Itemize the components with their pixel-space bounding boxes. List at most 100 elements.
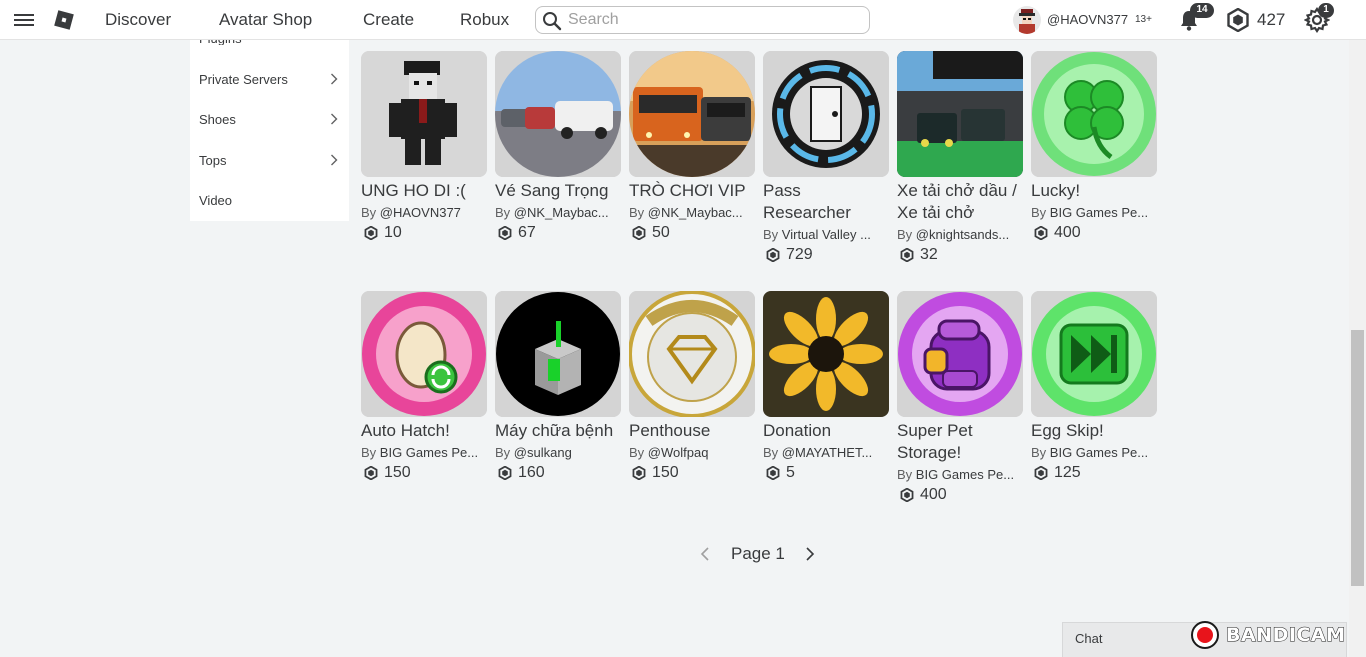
item-thumbnail[interactable] xyxy=(361,291,487,417)
scrollbar-thumb[interactable] xyxy=(1351,330,1364,586)
menu-icon[interactable] xyxy=(14,11,36,29)
pagination: Page 1 xyxy=(697,543,827,567)
chevron-right-icon xyxy=(331,113,338,125)
creator-prefix: By xyxy=(1031,205,1047,220)
item-price: 50 xyxy=(629,224,755,242)
clover-image xyxy=(1031,51,1157,177)
item-thumbnail[interactable] xyxy=(495,51,621,177)
creator-link[interactable]: BIG Games Pe... xyxy=(916,467,1014,482)
creator-prefix: By xyxy=(361,445,377,460)
item-name[interactable]: UNG HO DI :( xyxy=(361,180,487,202)
robux-icon[interactable] xyxy=(1226,8,1250,32)
avatar[interactable] xyxy=(1013,6,1041,34)
username-link[interactable]: @HAOVN377 xyxy=(1047,12,1128,27)
item-card[interactable]: Vé Sang Trọng By @NK_Maybac... 67 xyxy=(495,51,621,242)
item-thumbnail[interactable] xyxy=(1031,51,1157,177)
robux-icon xyxy=(900,248,914,262)
robux-balance[interactable]: 427 xyxy=(1257,10,1285,30)
search-icon[interactable] xyxy=(542,11,562,31)
creator-link[interactable]: @MAYATHET... xyxy=(782,445,872,460)
item-name[interactable]: Super Pet Storage! xyxy=(897,420,1023,464)
nav-robux[interactable]: Robux xyxy=(460,10,509,30)
creator-link[interactable]: @sulkang xyxy=(514,445,572,460)
item-name[interactable]: Egg Skip! xyxy=(1031,420,1157,442)
robux-icon xyxy=(1034,466,1048,480)
trucks-image xyxy=(897,51,1023,177)
item-card[interactable]: Super Pet Storage! By BIG Games Pe... 40… xyxy=(897,291,1023,504)
nav-create[interactable]: Create xyxy=(363,10,414,30)
price-value: 5 xyxy=(786,464,795,481)
item-thumbnail[interactable] xyxy=(495,291,621,417)
robux-icon xyxy=(498,226,512,240)
creator-prefix: By xyxy=(629,205,645,220)
item-thumbnail[interactable] xyxy=(629,51,755,177)
nav-avatar-shop[interactable]: Avatar Shop xyxy=(219,10,312,30)
price-value: 67 xyxy=(518,224,536,241)
item-card[interactable]: Auto Hatch! By BIG Games Pe... 150 xyxy=(361,291,487,482)
sidebar-item-private-servers[interactable]: Private Servers xyxy=(199,72,344,87)
creator-link[interactable]: @knightsands... xyxy=(916,227,1009,242)
creator-link[interactable]: @NK_Maybac... xyxy=(648,205,743,220)
robux-icon xyxy=(766,248,780,262)
item-thumbnail[interactable] xyxy=(897,291,1023,417)
sidebar-item-label: Tops xyxy=(199,153,227,168)
item-name[interactable]: Donation xyxy=(763,420,889,442)
chevron-right-icon[interactable] xyxy=(805,547,815,561)
search-input[interactable] xyxy=(568,10,858,30)
sidebar-item-shoes[interactable]: Shoes xyxy=(199,112,344,127)
price-value: 160 xyxy=(518,464,545,481)
item-card[interactable]: Donation By @MAYATHET... 5 xyxy=(763,291,889,482)
price-value: 400 xyxy=(920,486,947,503)
item-name[interactable]: Penthouse xyxy=(629,420,755,442)
creator-link[interactable]: @NK_Maybac... xyxy=(514,205,609,220)
sidebar-item-tops[interactable]: Tops xyxy=(199,153,344,168)
item-card[interactable]: TRÒ CHƠI VIP By @NK_Maybac... 50 xyxy=(629,51,755,242)
item-thumbnail[interactable] xyxy=(1031,291,1157,417)
item-creator: By BIG Games Pe... xyxy=(1031,445,1153,460)
item-name[interactable]: Pass Researcher xyxy=(763,180,889,224)
item-card[interactable]: Egg Skip! By BIG Games Pe... 125 xyxy=(1031,291,1157,482)
item-card[interactable]: UNG HO DI :( By @HAOVN377 10 xyxy=(361,51,487,242)
creator-link[interactable]: BIG Games Pe... xyxy=(1050,445,1148,460)
item-card[interactable]: Lucky! By BIG Games Pe... 400 xyxy=(1031,51,1157,242)
item-thumbnail[interactable] xyxy=(897,51,1023,177)
penthouse-diamond-image xyxy=(629,291,755,417)
creator-link[interactable]: @HAOVN377 xyxy=(380,205,461,220)
item-thumbnail[interactable] xyxy=(361,51,487,177)
creator-link[interactable]: Virtual Valley ... xyxy=(782,227,871,242)
creator-link[interactable]: @Wolfpaq xyxy=(648,445,709,460)
item-card[interactable]: Penthouse By @Wolfpaq 150 xyxy=(629,291,755,482)
settings-badge: 1 xyxy=(1318,3,1334,18)
creator-link[interactable]: BIG Games Pe... xyxy=(1050,205,1148,220)
item-card[interactable]: Xe tải chở dầu / Xe tải chở By @knightsa… xyxy=(897,51,1023,264)
roblox-logo-icon[interactable] xyxy=(54,10,74,30)
page-scrollbar[interactable] xyxy=(1349,40,1366,657)
item-name[interactable]: Lucky! xyxy=(1031,180,1157,202)
avatar-headshot-icon xyxy=(1013,6,1041,34)
item-thumbnail[interactable] xyxy=(763,291,889,417)
chevron-right-icon xyxy=(331,73,338,85)
chevron-left-icon[interactable] xyxy=(700,547,710,561)
robux-icon xyxy=(1034,226,1048,240)
nav-discover[interactable]: Discover xyxy=(105,10,171,30)
sidebar-item-video[interactable]: Video xyxy=(199,193,344,208)
notifications-count-badge: 14 xyxy=(1190,3,1214,18)
robux-icon xyxy=(632,226,646,240)
robux-icon xyxy=(364,226,378,240)
item-name[interactable]: Xe tải chở dầu / Xe tải chở xyxy=(897,180,1023,224)
item-card[interactable]: Pass Researcher By Virtual Valley ... 72… xyxy=(763,51,889,264)
item-price: 67 xyxy=(495,224,621,242)
item-name[interactable]: TRÒ CHƠI VIP xyxy=(629,180,755,202)
creator-link[interactable]: BIG Games Pe... xyxy=(380,445,478,460)
item-thumbnail[interactable] xyxy=(629,291,755,417)
vault-door-image xyxy=(763,51,889,177)
creator-prefix: By xyxy=(763,445,779,460)
item-thumbnail[interactable] xyxy=(763,51,889,177)
item-price: 160 xyxy=(495,464,621,482)
item-name[interactable]: Auto Hatch! xyxy=(361,420,487,442)
item-card[interactable]: Máy chữa bệnh By @sulkang 160 xyxy=(495,291,621,482)
item-creator: By BIG Games Pe... xyxy=(897,467,1019,482)
buses-image xyxy=(629,51,755,177)
item-name[interactable]: Vé Sang Trọng xyxy=(495,180,621,202)
item-name[interactable]: Máy chữa bệnh xyxy=(495,420,621,442)
